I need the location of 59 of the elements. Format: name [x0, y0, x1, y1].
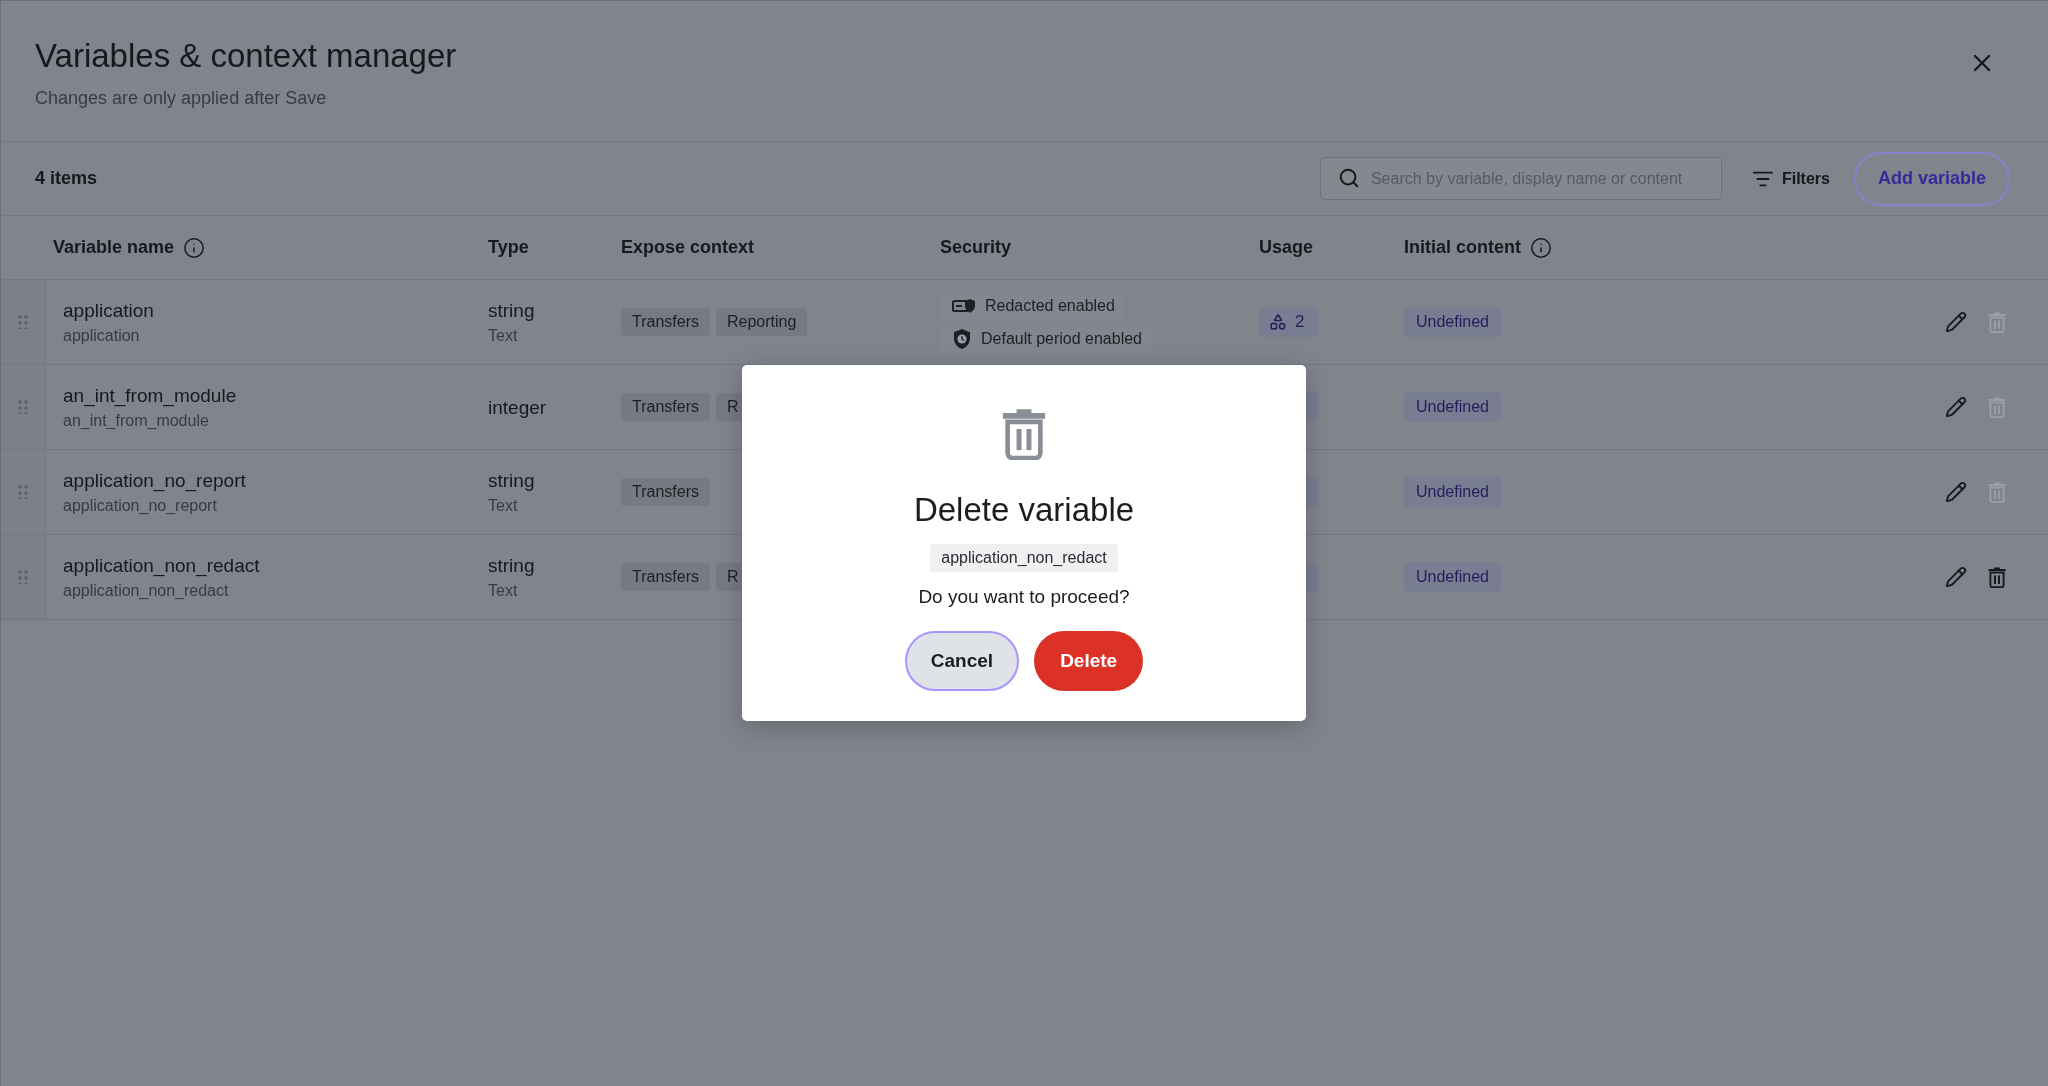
context-tag: Transfers	[621, 393, 710, 421]
column-header: Security	[940, 237, 1012, 258]
variable-tag: application_non_redact	[930, 544, 1118, 572]
type-name: string	[488, 468, 536, 492]
shield-clock-icon	[952, 327, 972, 350]
dialog-title: Delete variable	[913, 490, 1135, 530]
delete-button[interactable]: Delete	[1034, 631, 1144, 691]
variable-name: application_no_report	[63, 468, 247, 492]
column-header: Expose context	[621, 237, 755, 258]
edit-button[interactable]	[1945, 566, 1967, 588]
delete-button[interactable]	[1988, 566, 2006, 588]
initial-content-tag: Undefined	[1404, 477, 1501, 507]
column-header: Initial content	[1404, 237, 1521, 258]
confirm-question: Do you want to proceed?	[918, 585, 1130, 609]
trash-icon	[1001, 408, 1047, 460]
drag-handle-icon[interactable]	[18, 400, 28, 414]
type-label: Text	[488, 580, 519, 601]
drag-handle-icon[interactable]	[18, 570, 28, 584]
context-tag: Reporting	[716, 308, 808, 336]
add-variable-button[interactable]: Add variable	[1853, 151, 2010, 206]
drag-handle-icon[interactable]	[18, 315, 28, 329]
security-label: Default period enabled	[981, 329, 1142, 348]
context-tag: Transfers	[621, 478, 710, 506]
display-name: an_int_from_module	[63, 410, 210, 431]
initial-content-tag: Undefined	[1404, 562, 1501, 592]
edit-button[interactable]	[1945, 481, 1967, 503]
initial-content-tag: Undefined	[1404, 392, 1501, 422]
card-shield-icon	[952, 297, 976, 314]
column-header: Usage	[1259, 237, 1314, 258]
window-subtitle: Changes are only applied after Save	[35, 87, 328, 109]
display-name: application	[63, 325, 141, 346]
info-icon[interactable]	[1530, 236, 1552, 259]
column-header: Type	[488, 237, 529, 258]
variable-name: application_non_redact	[63, 553, 261, 577]
type-name: string	[488, 298, 536, 322]
info-icon[interactable]	[183, 236, 206, 259]
column-header: Variable name	[53, 237, 175, 258]
display-name: application_no_report	[63, 495, 218, 516]
drag-handle-icon[interactable]	[18, 485, 28, 499]
edit-button[interactable]	[1945, 396, 1967, 418]
type-name: string	[488, 553, 536, 577]
filters-button[interactable]: Filters	[1751, 167, 1830, 190]
usage-count: 2	[1295, 312, 1305, 332]
search-icon	[1337, 167, 1360, 189]
context-tag: Transfers	[621, 308, 710, 336]
shapes-icon	[1269, 313, 1287, 331]
type-label: Text	[488, 325, 519, 346]
security-label: Redacted enabled	[985, 296, 1115, 315]
item-count: 4 items	[35, 168, 98, 189]
display-name: application_non_redact	[63, 580, 230, 601]
window-title: Variables & context manager	[35, 37, 457, 75]
context-tag: Transfers	[621, 563, 710, 591]
type-name: integer	[488, 395, 548, 419]
edit-button[interactable]	[1945, 311, 1967, 333]
variable-name: application	[63, 298, 155, 322]
variable-name: an_int_from_module	[63, 383, 238, 407]
initial-content-tag: Undefined	[1404, 307, 1501, 337]
cancel-button[interactable]: Cancel	[904, 631, 1020, 691]
type-label: Text	[488, 495, 519, 516]
